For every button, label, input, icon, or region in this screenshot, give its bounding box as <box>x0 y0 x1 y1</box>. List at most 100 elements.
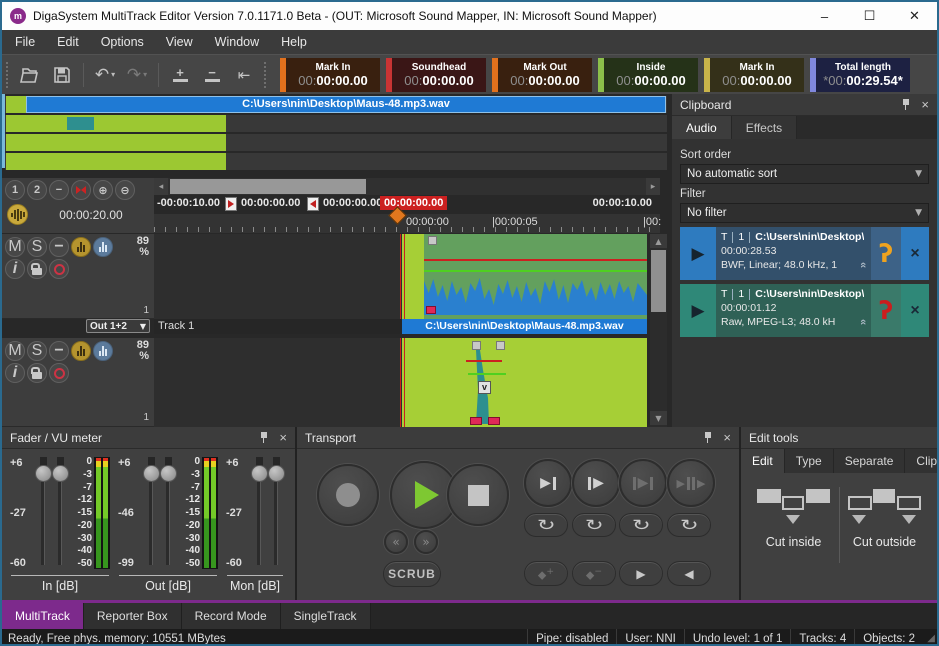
fader-slider[interactable] <box>144 457 159 569</box>
info-button[interactable]: i <box>5 363 25 383</box>
overview-row-2[interactable] <box>5 115 667 132</box>
tab-reporter-box[interactable]: Reporter Box <box>84 603 182 629</box>
scroll-left-button[interactable]: ◂ <box>154 178 168 195</box>
prelisten-ear-button[interactable]: ʔ <box>871 284 901 337</box>
lock-button[interactable] <box>27 259 47 279</box>
tab-effects[interactable]: Effects <box>732 116 797 139</box>
next-marker-button[interactable]: ▶ <box>619 561 663 586</box>
open-file-button[interactable] <box>14 60 46 90</box>
clip-marker-red[interactable] <box>470 417 482 425</box>
clip-handle[interactable] <box>472 341 481 350</box>
cut-outside-button[interactable]: Cut outside <box>840 487 930 563</box>
clip-red-level-line[interactable] <box>424 259 647 261</box>
collapse-chevron-icon[interactable]: « <box>856 262 870 268</box>
menu-view[interactable]: View <box>155 35 204 49</box>
minimize-track-button[interactable]: − <box>49 341 69 361</box>
prelisten-ear-button[interactable]: ʔ <box>871 227 901 280</box>
meter-view-button[interactable] <box>93 237 113 257</box>
remove-marker-button[interactable]: ◆− <box>572 561 616 586</box>
menu-window[interactable]: Window <box>204 35 270 49</box>
solo-button[interactable]: S <box>27 341 47 361</box>
play-clip-button[interactable]: ▶ <box>680 284 716 337</box>
mark-out-flag[interactable] <box>307 197 319 211</box>
waveform-view-button[interactable] <box>71 237 91 257</box>
tab-multitrack[interactable]: MultiTrack <box>2 603 84 629</box>
track-2-clip[interactable]: v <box>402 338 647 427</box>
filter-dropdown[interactable]: No filter▼ <box>680 203 929 223</box>
zoom-in-button[interactable]: ⊕ <box>93 180 113 200</box>
tab-edit[interactable]: Edit <box>741 449 785 473</box>
scroll-up-button[interactable]: ▲ <box>650 234 667 248</box>
volume-point-badge[interactable]: v <box>478 381 491 394</box>
minimize-button[interactable]: – <box>802 2 847 30</box>
collapse-chevron-icon[interactable]: « <box>856 319 870 325</box>
loop-button-1[interactable]: ↻ <box>524 513 568 537</box>
mute-button[interactable]: M <box>5 341 25 361</box>
pin-icon[interactable] <box>901 99 911 110</box>
rewind-button[interactable]: « <box>384 530 408 554</box>
fader-slider[interactable] <box>36 457 51 569</box>
remove-clip-button[interactable]: × <box>901 227 929 280</box>
tab-audio[interactable]: Audio <box>672 116 732 139</box>
forward-button[interactable]: » <box>414 530 438 554</box>
minimize-track-button[interactable]: − <box>49 237 69 257</box>
lock-button[interactable] <box>27 363 47 383</box>
output-routing-dropdown[interactable]: Out 1+2▼ <box>86 319 150 333</box>
fader-knob[interactable] <box>143 465 160 482</box>
redo-button[interactable]: ↷▾ <box>121 60 153 90</box>
fader-knob[interactable] <box>268 465 285 482</box>
menu-edit[interactable]: Edit <box>46 35 90 49</box>
track-2-content[interactable]: v <box>154 338 647 427</box>
tab-clip-in[interactable]: Clip & In <box>905 449 937 473</box>
ruler-tick-row[interactable]: 00:00:00 |00:00:05 |00: <box>154 214 660 233</box>
fader-slider[interactable] <box>252 457 267 569</box>
tab-type[interactable]: Type <box>785 449 834 473</box>
clip-filename-bar[interactable]: C:\Users\nin\Desktop\Maus-48.mp3.wav <box>402 319 647 334</box>
clip-marker-red[interactable] <box>488 417 500 425</box>
fader-slider[interactable] <box>161 457 176 569</box>
menu-file[interactable]: File <box>4 35 46 49</box>
group-2-button[interactable]: 2 <box>27 180 47 200</box>
resize-grip-icon[interactable]: ◢ <box>923 633 937 644</box>
meter-view-button[interactable] <box>93 341 113 361</box>
track-1-clip[interactable] <box>402 234 647 319</box>
clip-red-level-line[interactable] <box>466 360 502 362</box>
stop-button[interactable] <box>447 464 509 526</box>
zoom-out-button[interactable]: ⊖ <box>115 180 135 200</box>
solo-button[interactable]: S <box>27 237 47 257</box>
fader-knob[interactable] <box>52 465 69 482</box>
clipboard-item-1[interactable]: ▶ T1C:\Users\nin\Desktop\ 00:00:28.53 BW… <box>680 227 929 280</box>
waveform-view-button[interactable] <box>71 341 91 361</box>
waveform-mode-button[interactable] <box>7 204 28 225</box>
add-marker-button[interactable]: ◆+ <box>524 561 568 586</box>
track-vertical-scrollbar[interactable]: ▲ ▼ <box>650 234 667 427</box>
fader-knob[interactable] <box>251 465 268 482</box>
fader-knob[interactable] <box>35 465 52 482</box>
close-panel-icon[interactable]: × <box>279 433 287 443</box>
group-1-button[interactable]: 1 <box>5 180 25 200</box>
menu-help[interactable]: Help <box>270 35 318 49</box>
remove-marker-button[interactable]: − <box>196 60 228 90</box>
add-marker-button[interactable]: + <box>164 60 196 90</box>
sort-order-dropdown[interactable]: No automatic sort▼ <box>680 164 929 184</box>
play-clip-button[interactable]: ▶ <box>680 227 716 280</box>
snap-to-start-button[interactable]: ⇤ <box>228 60 260 90</box>
remove-clip-button[interactable]: × <box>901 284 929 337</box>
pin-icon[interactable] <box>703 432 713 443</box>
previous-marker-button[interactable]: ◀ <box>667 561 711 586</box>
track-1-content[interactable] <box>154 234 647 319</box>
overview-row-3[interactable] <box>5 134 667 151</box>
menu-options[interactable]: Options <box>90 35 155 49</box>
toolbar-grip-2[interactable] <box>264 62 268 88</box>
record-button[interactable] <box>317 464 379 526</box>
record-arm-button[interactable] <box>49 363 69 383</box>
play-from-mark-button[interactable]: ▶ <box>572 459 620 507</box>
loop-button-4[interactable]: ↻ <box>667 513 711 537</box>
clip-handle[interactable] <box>428 236 437 245</box>
zoom-to-selection-button[interactable] <box>71 180 91 200</box>
overview-row-1[interactable]: C:\Users\nin\Desktop\Maus-48.mp3.wav <box>5 96 667 113</box>
close-panel-icon[interactable]: × <box>921 100 929 110</box>
scroll-right-button[interactable]: ▸ <box>646 178 660 195</box>
clip-handle[interactable] <box>496 341 505 350</box>
play-around-button[interactable]: ▶▶ <box>667 459 715 507</box>
